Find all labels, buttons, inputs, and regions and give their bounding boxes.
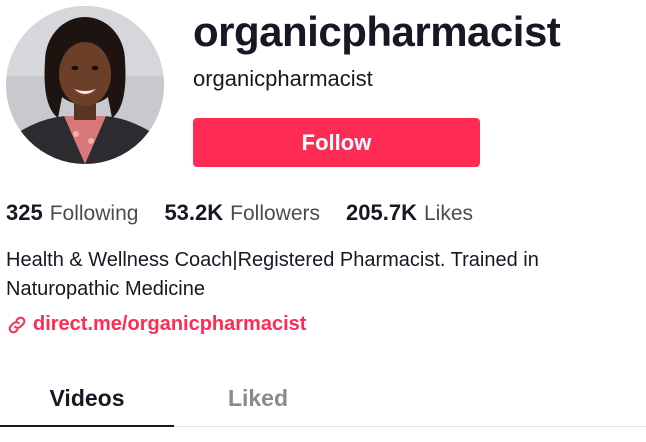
stat-label: Following: [49, 202, 139, 225]
profile-nickname: organicpharmacist: [193, 66, 373, 91]
stat-following[interactable]: 325 Following: [6, 200, 138, 226]
stat-label: Likes: [423, 202, 473, 225]
profile-link-text: direct.me/organicpharmacist: [33, 313, 307, 335]
tab-videos[interactable]: Videos: [0, 378, 174, 424]
profile-bio: Health & Wellness Coach|Registered Pharm…: [6, 249, 539, 300]
stat-value: 53.2K: [164, 200, 224, 225]
stat-label: Followers: [230, 202, 321, 225]
stat-likes: 205.7K Likes: [346, 200, 473, 226]
profile-photo-icon: [6, 6, 164, 164]
stat-followers[interactable]: 53.2K Followers: [164, 200, 320, 226]
profile-stats: 325 Following 53.2K Followers 205.7K Lik…: [6, 200, 499, 226]
profile-username: organicpharmacist: [193, 8, 561, 55]
profile-tabs: Videos Liked: [0, 378, 646, 428]
stat-value: 205.7K: [346, 200, 417, 225]
follow-button[interactable]: Follow: [193, 118, 480, 167]
profile-link[interactable]: direct.me/organicpharmacist: [6, 313, 306, 336]
tab-liked[interactable]: Liked: [174, 378, 342, 424]
avatar[interactable]: [6, 6, 164, 164]
stat-value: 325: [6, 200, 43, 225]
link-icon: [6, 314, 28, 336]
active-tab-indicator: [0, 425, 174, 427]
